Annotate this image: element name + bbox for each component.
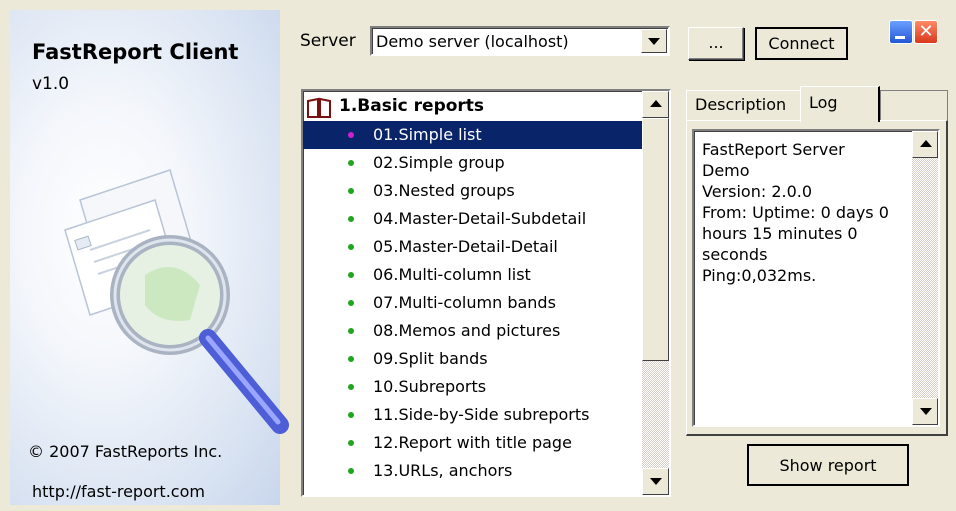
report-tree-content: 1.Basic reports 01.Simple list 02.Simple … <box>303 91 643 495</box>
report-item-label: 04.Master-Detail-Subdetail <box>373 209 587 228</box>
report-item-label: 07.Multi-column bands <box>373 293 556 312</box>
tree-group-label: 1.Basic reports <box>339 96 485 116</box>
report-bullet-icon <box>348 468 354 474</box>
report-item[interactable]: 01.Simple list <box>303 121 643 149</box>
report-tree[interactable]: 1.Basic reports 01.Simple list 02.Simple … <box>301 89 671 497</box>
report-item-label: 03.Nested groups <box>373 181 515 200</box>
report-bullet-icon <box>348 160 354 166</box>
report-magnifier-logo <box>64 169 289 434</box>
report-item[interactable]: 09.Split bands <box>303 345 643 373</box>
report-item[interactable]: 02.Simple group <box>303 149 643 177</box>
minimize-button[interactable] <box>889 20 913 44</box>
show-report-button[interactable]: Show report <box>747 444 909 486</box>
website-link[interactable]: http://fast-report.com <box>32 482 205 501</box>
copyright-text: © 2007 FastReports Inc. <box>28 442 223 461</box>
report-item[interactable]: 03.Nested groups <box>303 177 643 205</box>
report-item[interactable]: 05.Master-Detail-Detail <box>303 233 643 261</box>
app-version: v1.0 <box>32 74 70 94</box>
main-window: FastReport Client v1.0 © 2007 FastReport… <box>0 0 956 511</box>
report-item[interactable]: 08.Memos and pictures <box>303 317 643 345</box>
chevron-down-icon <box>648 38 660 45</box>
branding-pane: FastReport Client v1.0 © 2007 FastReport… <box>10 10 289 505</box>
arrow-up-icon <box>920 140 932 147</box>
scroll-thumb[interactable] <box>642 118 669 361</box>
connect-button-label: Connect <box>768 34 835 53</box>
report-bullet-icon <box>348 132 354 138</box>
log-text: FastReport Server Demo Version: 2.0.0 Fr… <box>702 140 889 285</box>
report-item[interactable]: 07.Multi-column bands <box>303 289 643 317</box>
info-tabs: Description FastReport Server Demo Versi… <box>686 86 948 436</box>
browse-button[interactable]: ... <box>688 27 744 60</box>
report-bullet-icon <box>348 216 354 222</box>
report-item-label: 01.Simple list <box>373 125 482 144</box>
report-item-label: 08.Memos and pictures <box>373 321 561 340</box>
arrow-up-icon <box>650 100 662 107</box>
report-item-label: 10.Subreports <box>373 377 487 396</box>
dropdown-arrow-button[interactable] <box>641 29 667 53</box>
log-textarea[interactable]: FastReport Server Demo Version: 2.0.0 Fr… <box>692 129 940 427</box>
report-bullet-icon <box>348 412 354 418</box>
tab-panel-log: FastReport Server Demo Version: 2.0.0 Fr… <box>686 120 948 436</box>
report-item-label: 05.Master-Detail-Detail <box>373 237 558 256</box>
server-dropdown[interactable]: Demo server (localhost) <box>370 26 670 56</box>
tab-log[interactable]: Log <box>800 86 880 122</box>
tab-description[interactable]: Description <box>686 90 801 120</box>
report-item[interactable]: 13.URLs, anchors <box>303 457 643 485</box>
report-bullet-icon <box>348 328 354 334</box>
scroll-down-button[interactable] <box>912 398 938 425</box>
report-item[interactable]: 11.Side-by-Side subreports <box>303 401 643 429</box>
connect-button[interactable]: Connect <box>755 27 848 60</box>
report-item[interactable]: 06.Multi-column list <box>303 261 643 289</box>
scroll-up-button[interactable] <box>642 91 669 118</box>
log-scrollbar[interactable] <box>912 131 938 425</box>
tree-group-basic-reports[interactable]: 1.Basic reports <box>303 95 643 119</box>
tab-strip-fill <box>880 90 948 120</box>
report-item-label: 13.URLs, anchors <box>373 461 513 480</box>
scroll-up-button[interactable] <box>912 131 938 158</box>
close-button[interactable]: ✕ <box>914 20 938 44</box>
scroll-down-button[interactable] <box>642 468 669 495</box>
report-bullet-icon <box>348 384 354 390</box>
report-bullet-icon <box>348 188 354 194</box>
report-item-label: 09.Split bands <box>373 349 488 368</box>
report-item[interactable]: 04.Master-Detail-Subdetail <box>303 205 643 233</box>
report-item-label: 12.Report with title page <box>373 433 572 452</box>
book-icon <box>307 97 331 118</box>
server-dropdown-value: Demo server (localhost) <box>376 32 569 51</box>
magnifier-icon <box>110 235 289 434</box>
server-label: Server <box>300 31 356 51</box>
report-item-label: 11.Side-by-Side subreports <box>373 405 590 424</box>
app-title: FastReport Client <box>32 40 239 64</box>
report-bullet-icon <box>348 244 354 250</box>
arrow-down-icon <box>920 408 932 415</box>
arrow-down-icon <box>650 478 662 485</box>
report-bullet-icon <box>348 272 354 278</box>
report-tree-scrollbar[interactable] <box>642 91 669 495</box>
report-item-label: 02.Simple group <box>373 153 505 172</box>
report-item[interactable]: 12.Report with title page <box>303 429 643 457</box>
report-item[interactable]: 10.Subreports <box>303 373 643 401</box>
close-icon: ✕ <box>918 21 934 42</box>
report-bullet-icon <box>348 356 354 362</box>
report-item-label: 06.Multi-column list <box>373 265 531 284</box>
report-bullet-icon <box>348 440 354 446</box>
report-bullet-icon <box>348 300 354 306</box>
